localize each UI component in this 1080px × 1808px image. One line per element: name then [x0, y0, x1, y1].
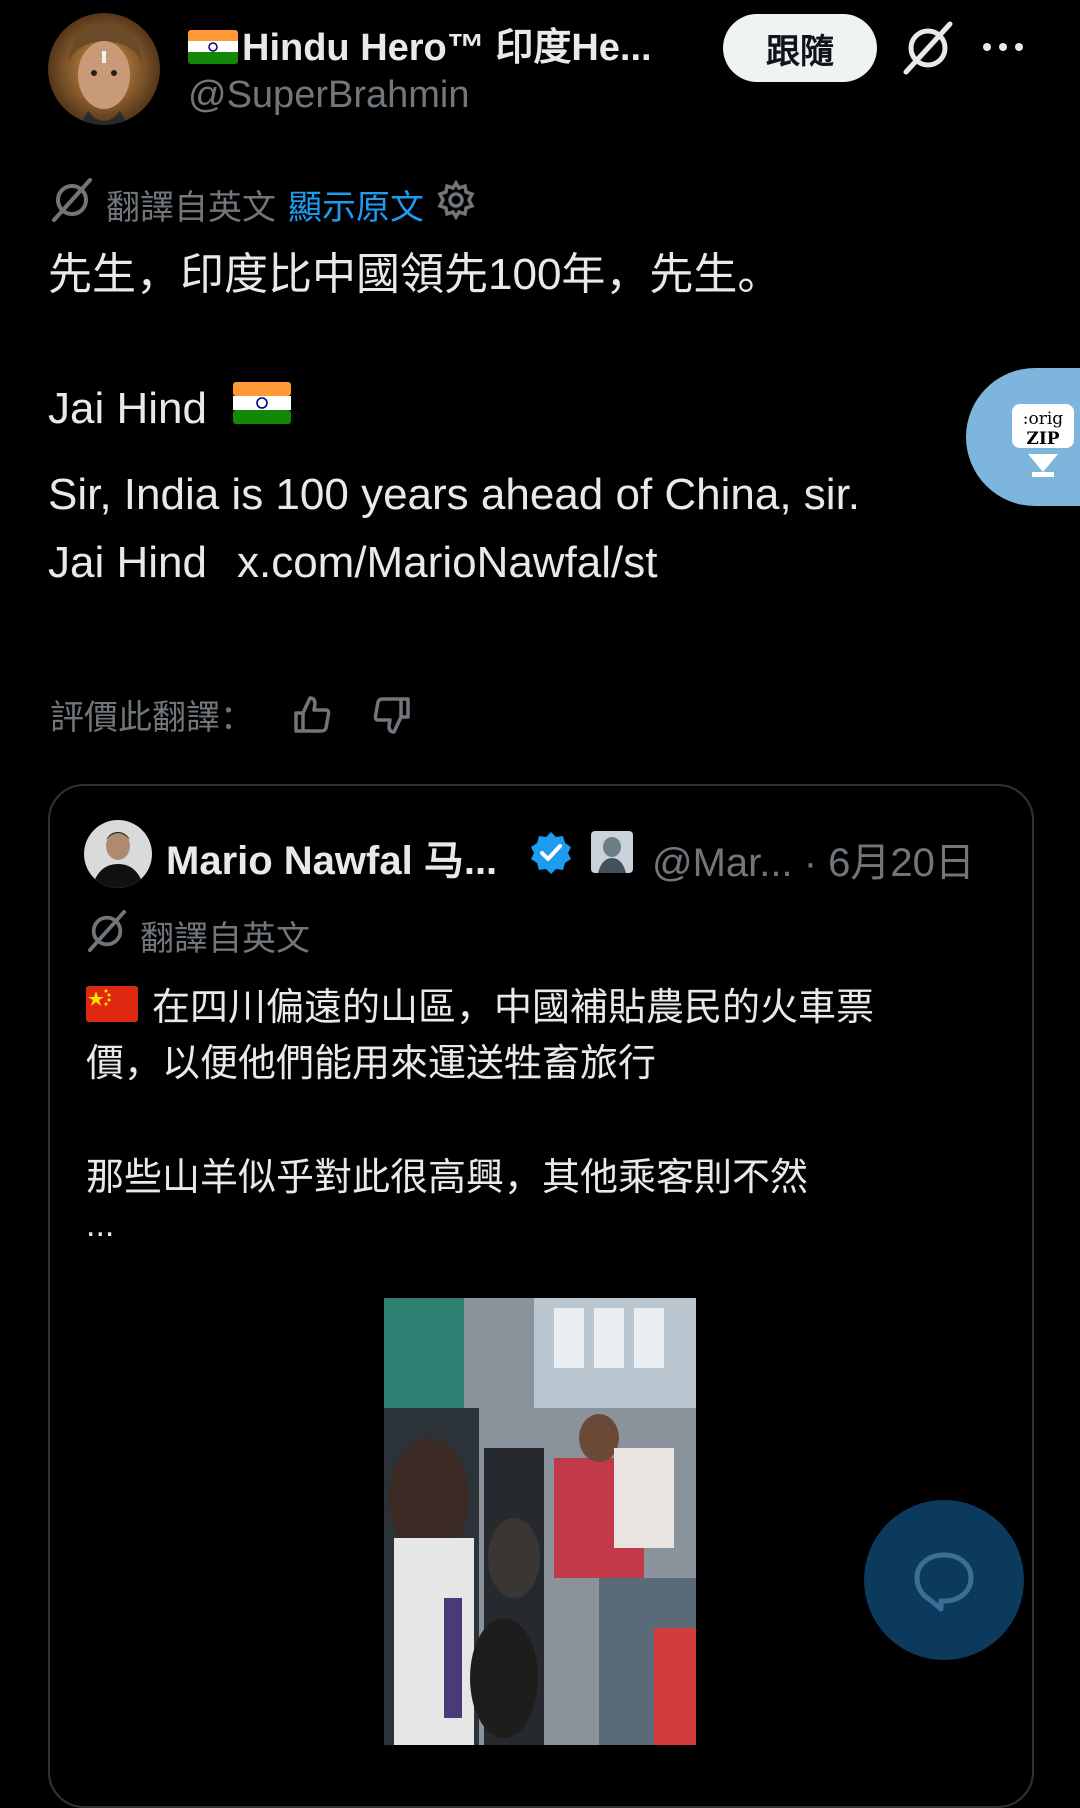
quote-text-line-3: 那些山羊似乎對此很高興，其他乘客則不然	[86, 1157, 809, 1199]
follow-button[interactable]: 跟隨	[723, 14, 877, 82]
author-handle[interactable]: @SuperBrahmin	[188, 74, 469, 117]
quote-author-avatar[interactable]	[84, 820, 152, 888]
quote-text-ellipsis: ...	[86, 1206, 115, 1244]
orig-zip-download-tab[interactable]: :orig ZIP	[966, 368, 1080, 506]
grok-translate-icon	[50, 178, 94, 231]
tweet-original-line-2: Jai Hind x.com/MarioNawfal/st	[48, 538, 658, 587]
quote-text-line-1: 在四川偏遠的山區，中國補貼農民的火車票	[86, 976, 874, 1031]
affiliate-badge-icon	[590, 830, 634, 874]
india-flag-emoji-icon	[232, 382, 291, 435]
show-original-link[interactable]: 顯示原文	[288, 180, 424, 229]
quote-translation-bar: 翻譯自英文	[86, 910, 310, 961]
zip-tab-line2: ZIP	[1026, 429, 1059, 449]
tweet-translated-text: 先生，印度比中國領先100年，先生。	[48, 250, 782, 299]
quote-author-handle-date: @Mar... · 6月20日	[652, 841, 975, 885]
china-flag-icon	[86, 985, 138, 1022]
tweet-link[interactable]: x.com/MarioNawfal/st	[237, 538, 658, 587]
grok-icon[interactable]	[900, 20, 956, 76]
translation-bar: 翻譯自英文 顯示原文	[50, 178, 476, 231]
thumbs-up-icon[interactable]	[290, 693, 334, 737]
author-display-name[interactable]: Hindu Hero™ 印度He...	[188, 16, 652, 71]
india-flag-icon	[188, 30, 238, 64]
quote-date[interactable]: · 6月20日	[804, 841, 975, 885]
rate-translation-row: 評價此翻譯：	[50, 690, 414, 739]
more-options-icon[interactable]	[978, 22, 1028, 72]
chat-bubble-icon	[914, 1552, 974, 1612]
thumbs-down-icon[interactable]	[370, 693, 414, 737]
zip-tab-line1: :orig	[1023, 409, 1064, 429]
gear-icon[interactable]	[436, 179, 476, 229]
author-avatar[interactable]	[48, 13, 160, 125]
translated-from-label: 翻譯自英文	[106, 189, 276, 227]
floating-reply-button[interactable]	[864, 1500, 1024, 1660]
quote-text-line-2: 價，以便他們能用來運送牲畜旅行	[86, 1043, 657, 1085]
rate-translation-label: 評價此翻譯：	[50, 699, 254, 737]
grok-translate-icon	[86, 910, 128, 961]
quote-author-name[interactable]: Mario Nawfal 马...	[166, 828, 497, 886]
quote-media-video-thumbnail[interactable]	[384, 1298, 696, 1745]
quote-translated-from-label: 翻譯自英文	[140, 920, 310, 958]
verified-badge-icon	[528, 830, 574, 876]
tweet-original-line-1: Sir, India is 100 years ahead of China, …	[48, 470, 861, 519]
tweet-jai-hind-line: Jai Hind	[48, 382, 291, 435]
